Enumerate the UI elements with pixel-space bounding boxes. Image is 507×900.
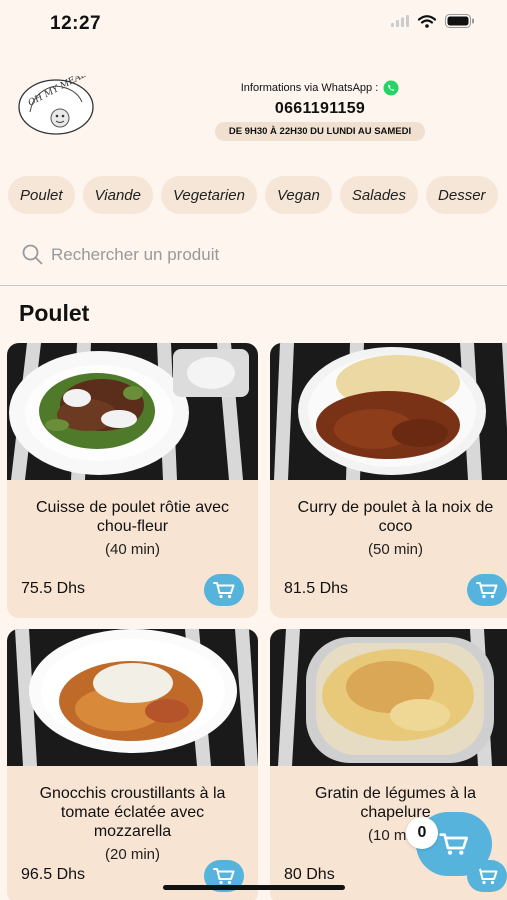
add-to-cart-button[interactable] xyxy=(204,574,244,606)
cart-icon xyxy=(213,868,235,885)
product-price: 80 Dhs xyxy=(284,866,335,883)
cart-count-badge: 0 xyxy=(406,817,438,849)
category-tab-salades[interactable]: Salades xyxy=(339,176,419,214)
header: OH MY MEALS Informations via WhatsApp : … xyxy=(0,70,507,150)
product-image xyxy=(270,343,507,480)
oh-my-meals-logo[interactable]: OH MY MEALS xyxy=(16,76,96,136)
cart-icon xyxy=(476,868,498,885)
home-indicator xyxy=(163,885,345,890)
cart-icon xyxy=(213,582,235,599)
info-block: Informations via WhatsApp : 0661191159 D… xyxy=(190,80,450,141)
status-time: 12:27 xyxy=(50,13,102,34)
product-time: (40 min) xyxy=(104,541,160,558)
category-tab-desserts[interactable]: Desser xyxy=(426,176,498,214)
category-tab-viande[interactable]: Viande xyxy=(82,176,153,214)
cart-icon xyxy=(439,833,468,855)
section-title: Poulet xyxy=(19,300,90,326)
product-card[interactable]: Curry de poulet à la noix de coco (50 mi… xyxy=(270,343,507,618)
search-bar[interactable]: Rechercher un produit xyxy=(22,244,219,265)
signal-icon xyxy=(391,15,409,27)
category-tab-vegan[interactable]: Vegan xyxy=(264,176,332,214)
product-price: 96.5 Dhs xyxy=(21,866,86,883)
product-time: (50 min) xyxy=(367,541,423,558)
add-to-cart-button[interactable] xyxy=(467,574,507,606)
product-card[interactable]: Cuisse de poulet rôtie avec chou-fleur (… xyxy=(7,343,258,618)
phone-number[interactable]: 0661191159 xyxy=(190,100,450,118)
wifi-icon xyxy=(418,14,436,28)
whatsapp-info-label: Informations via WhatsApp : xyxy=(240,82,379,94)
battery-icon xyxy=(445,14,474,28)
status-bar: 12:27 xyxy=(0,0,507,48)
whatsapp-info[interactable]: Informations via WhatsApp : xyxy=(190,80,450,96)
product-price: 75.5 Dhs xyxy=(21,580,86,597)
product-time: (20 min) xyxy=(104,846,160,863)
search-placeholder[interactable]: Rechercher un produit xyxy=(51,245,219,265)
product-info: Curry de poulet à la noix de coco (50 mi… xyxy=(284,498,507,559)
search-icon xyxy=(22,244,43,265)
product-name: Cuisse de poulet rôtie avec chou-fleur xyxy=(36,499,229,535)
category-tabs: Poulet Viande Vegetarien Vegan Salades D… xyxy=(8,176,498,214)
product-image xyxy=(7,629,258,766)
product-price: 81.5 Dhs xyxy=(284,580,349,597)
product-name: Gnocchis croustillants à la tomate éclat… xyxy=(39,785,226,840)
opening-hours: DE 9H30 À 22H30 DU LUNDI AU SAMEDI xyxy=(214,122,426,141)
product-image xyxy=(7,343,258,480)
divider xyxy=(0,285,507,286)
product-info: Gnocchis croustillants à la tomate éclat… xyxy=(21,784,244,864)
product-card[interactable]: Gnocchis croustillants à la tomate éclat… xyxy=(7,629,258,900)
product-info: Cuisse de poulet rôtie avec chou-fleur (… xyxy=(21,498,244,559)
whatsapp-icon[interactable] xyxy=(383,80,399,96)
product-image xyxy=(270,629,507,766)
category-tab-poulet[interactable]: Poulet xyxy=(8,176,75,214)
category-tab-vegetarien[interactable]: Vegetarien xyxy=(160,176,257,214)
product-name: Curry de poulet à la noix de coco xyxy=(297,499,494,535)
cart-icon xyxy=(476,582,498,599)
status-icons xyxy=(391,14,475,28)
